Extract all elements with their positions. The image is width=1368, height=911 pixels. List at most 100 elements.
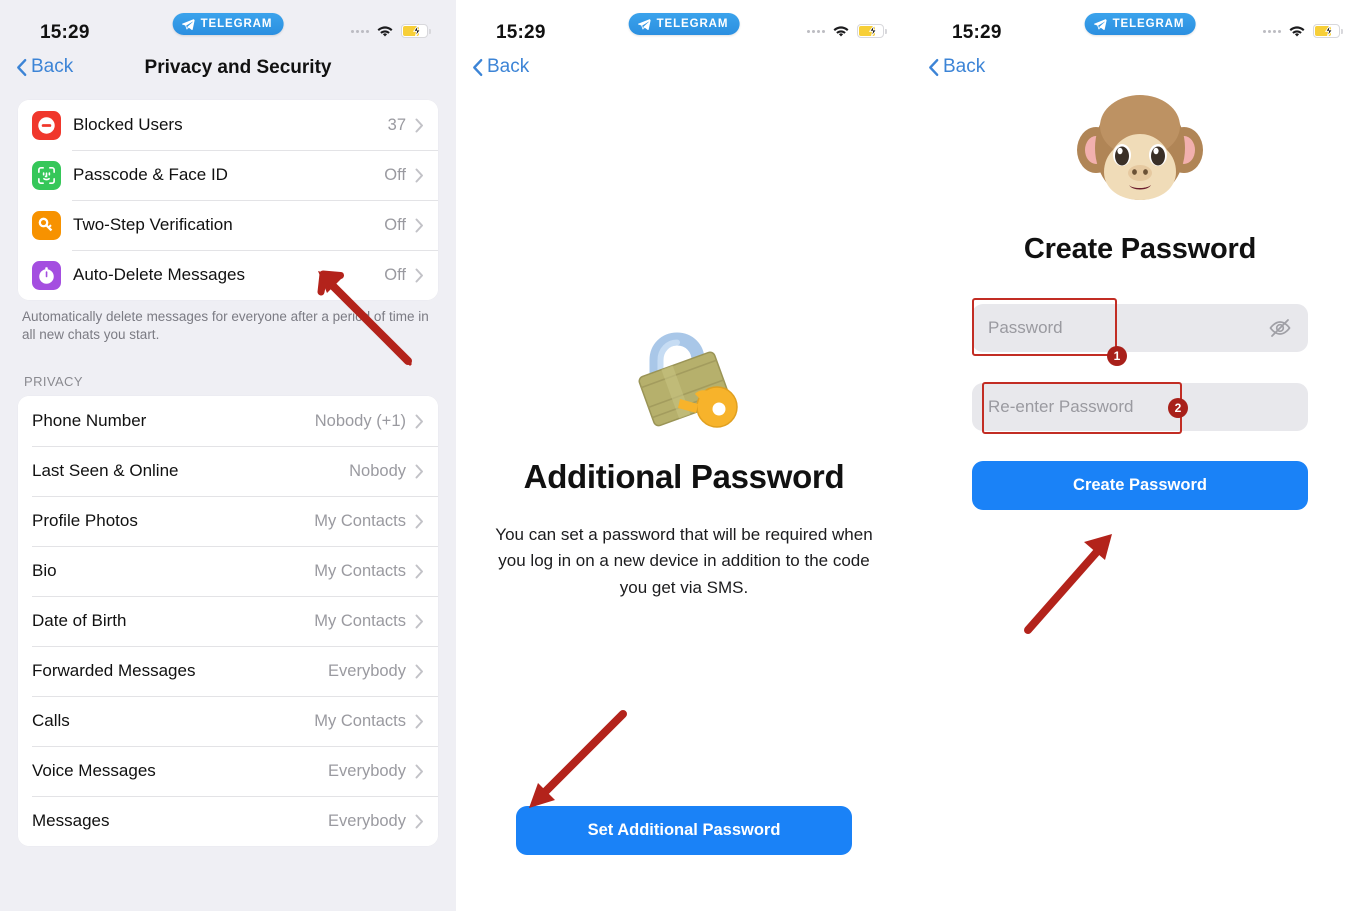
back-button[interactable]: Back <box>928 56 985 78</box>
back-button[interactable]: Back <box>472 56 529 78</box>
page-title: Create Password <box>1023 233 1257 265</box>
row-label: Voice Messages <box>32 761 156 781</box>
settings-row-last-seen-online[interactable]: Last Seen & Online Nobody <box>18 446 438 497</box>
row-value: Off <box>384 165 406 184</box>
back-button-label: Back <box>487 56 530 77</box>
chevron-right-icon <box>415 564 423 579</box>
chevron-right-icon <box>415 118 423 132</box>
settings-row-phone-number[interactable]: Phone Number Nobody (+1) <box>18 396 438 447</box>
security-settings-group: Blocked Users 37 Passcode & Face ID Off <box>18 100 438 300</box>
telegram-app-badge: TELEGRAM <box>628 13 740 35</box>
telegram-app-badge: TELEGRAM <box>1084 13 1196 35</box>
chevron-right-icon <box>415 464 423 479</box>
chevron-right-icon <box>415 714 423 729</box>
settings-row-blocked-users[interactable]: Blocked Users 37 <box>18 100 438 150</box>
password-input[interactable]: Password <box>972 304 1308 352</box>
settings-row-date-of-birth[interactable]: Date of Birth My Contacts <box>18 596 438 647</box>
settings-row-bio[interactable]: Bio My Contacts <box>18 546 438 597</box>
auto-delete-footer-text: Automatically delete messages for everyo… <box>22 309 429 343</box>
status-time: 15:29 <box>952 22 1002 43</box>
settings-row-profile-photos[interactable]: Profile Photos My Contacts <box>18 496 438 547</box>
row-value: Everybody <box>328 661 406 680</box>
battery-charging-icon <box>857 24 887 38</box>
row-label: Date of Birth <box>32 611 127 631</box>
signal-dots-icon <box>351 29 369 33</box>
chevron-right-icon <box>415 664 423 679</box>
settings-row-passcode-face-id[interactable]: Passcode & Face ID Off <box>18 150 438 200</box>
row-label: Profile Photos <box>32 511 138 531</box>
status-right-icons <box>351 24 431 38</box>
row-label: Forwarded Messages <box>32 661 196 681</box>
status-bar: 15:29 TELEGRAM <box>456 0 912 48</box>
signal-dots-icon <box>1263 29 1281 33</box>
telegram-badge-label: TELEGRAM <box>1112 18 1185 30</box>
eye-slash-icon[interactable] <box>1268 318 1292 338</box>
settings-row-two-step-verification[interactable]: Two-Step Verification Off <box>18 200 438 250</box>
reenter-password-input[interactable]: Re-enter Password <box>972 383 1308 431</box>
annotation-arrow-set-password <box>529 710 627 808</box>
section-header-privacy: PRIVACY <box>24 374 83 390</box>
row-value: Nobody <box>349 461 406 480</box>
wifi-icon <box>377 26 393 37</box>
three-panel-screenshot-strip: 15:29 TELEGRAM Back Privacy and Security… <box>0 0 1368 911</box>
row-value: Everybody <box>328 811 406 830</box>
password-input-placeholder: Password <box>988 318 1063 337</box>
back-button-label: Back <box>943 56 986 77</box>
signal-dots-icon <box>807 29 825 33</box>
telegram-plane-icon <box>637 18 651 30</box>
monkey-face-emoji <box>912 88 1368 215</box>
telegram-app-badge: TELEGRAM <box>172 13 284 35</box>
privacy-settings-group: Phone Number Nobody (+1) Last Seen & Onl… <box>18 396 438 847</box>
page-title: Privacy and Security <box>144 57 332 78</box>
row-value: My Contacts <box>314 711 406 730</box>
key-icon <box>32 210 61 240</box>
set-additional-password-button[interactable]: Set Additional Password <box>516 806 852 855</box>
panel-create-password: 15:29 TELEGRAM Back Create Password Pass… <box>912 0 1368 911</box>
row-value: Everybody <box>328 761 406 780</box>
panel-additional-password: 15:29 TELEGRAM Back Additional Password … <box>456 0 912 911</box>
settings-row-auto-delete-messages[interactable]: Auto-Delete Messages Off <box>18 250 438 300</box>
row-label: Messages <box>32 811 110 831</box>
annotation-arrow-create-password <box>1024 534 1112 634</box>
wifi-icon <box>1289 26 1305 37</box>
panel-privacy-and-security: 15:29 TELEGRAM Back Privacy and Security… <box>0 0 456 911</box>
battery-charging-icon <box>1313 24 1343 38</box>
row-label: Passcode & Face ID <box>73 165 228 184</box>
wifi-icon <box>833 26 849 37</box>
settings-row-forwarded-messages[interactable]: Forwarded Messages Everybody <box>18 646 438 697</box>
chevron-left-icon <box>17 58 27 76</box>
status-time: 15:29 <box>496 22 546 43</box>
create-password-button[interactable]: Create Password <box>972 461 1308 510</box>
row-label: Auto-Delete Messages <box>73 265 245 284</box>
locked-with-key-emoji <box>456 318 912 436</box>
row-label: Phone Number <box>32 411 147 431</box>
telegram-badge-label: TELEGRAM <box>200 18 273 30</box>
settings-row-messages[interactable]: Messages Everybody <box>18 796 438 847</box>
face-id-icon <box>32 160 61 190</box>
row-label: Calls <box>32 711 70 731</box>
status-time: 15:29 <box>40 22 90 43</box>
nav-bar-additional-password: Back <box>456 48 912 100</box>
row-value: Nobody (+1) <box>314 411 406 430</box>
chevron-right-icon <box>415 414 423 429</box>
chevron-left-icon <box>473 58 483 76</box>
page-description: You can set a password that will be requ… <box>495 525 873 597</box>
row-label: Bio <box>32 561 57 581</box>
row-value: 37 <box>387 115 406 134</box>
chevron-right-icon <box>415 514 423 529</box>
chevron-right-icon <box>415 764 423 779</box>
status-right-icons <box>807 24 887 38</box>
row-value: My Contacts <box>314 561 406 580</box>
row-value: Off <box>384 215 406 234</box>
settings-row-calls[interactable]: Calls My Contacts <box>18 696 438 747</box>
auto-delete-clock-icon <box>32 260 61 290</box>
row-value: Off <box>384 265 406 284</box>
settings-row-voice-messages[interactable]: Voice Messages Everybody <box>18 746 438 797</box>
row-label: Two-Step Verification <box>73 215 233 234</box>
row-label: Blocked Users <box>73 115 183 134</box>
nav-bar-privacy: Back Privacy and Security <box>0 48 456 100</box>
status-right-icons <box>1263 24 1343 38</box>
blocked-users-icon <box>32 110 61 140</box>
telegram-badge-label: TELEGRAM <box>656 18 729 30</box>
chevron-right-icon <box>415 268 423 282</box>
